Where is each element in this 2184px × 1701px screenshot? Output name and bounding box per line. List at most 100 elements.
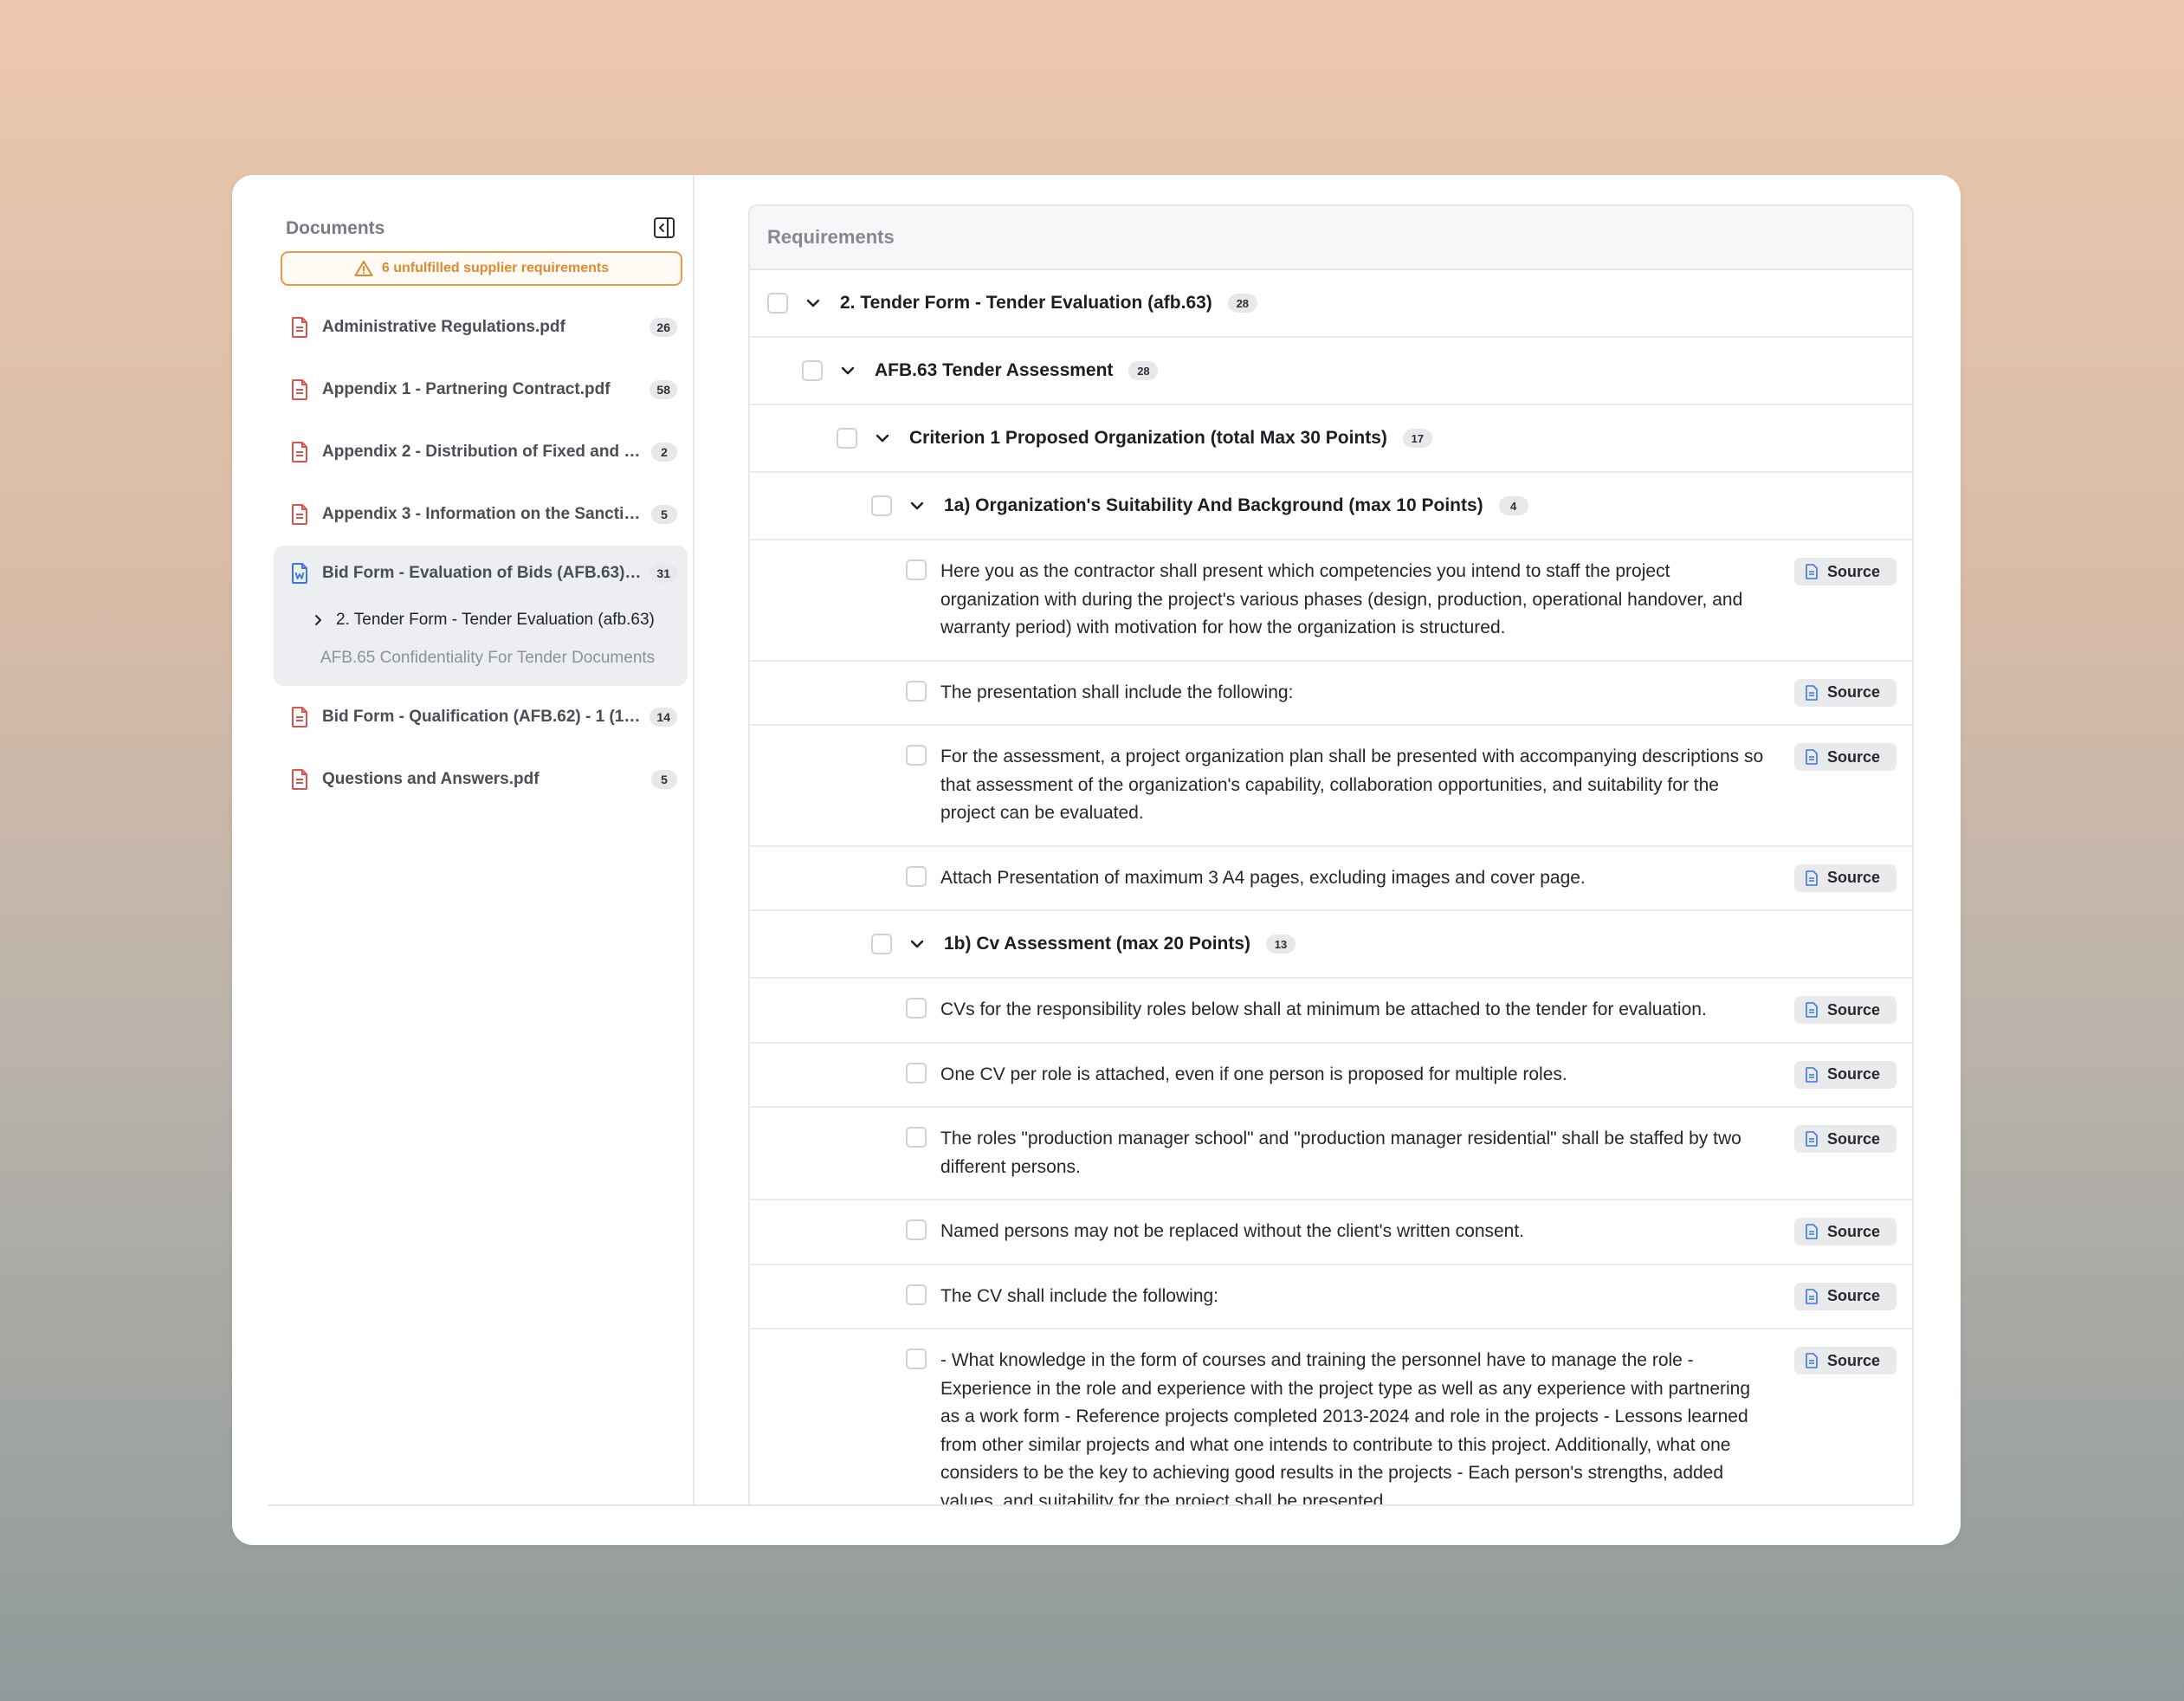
document-name: Appendix 2 - Distribution of Fixed and V…: [322, 443, 644, 461]
requirement-row[interactable]: The CV shall include the following: Sour…: [750, 1265, 1912, 1329]
requirement-group-row[interactable]: 1b) Cv Assessment (max 20 Points) 13: [750, 911, 1912, 979]
requirement-row[interactable]: The roles "production manager school" an…: [750, 1108, 1912, 1200]
requirement-count-badge: 31: [649, 564, 677, 583]
requirement-row[interactable]: Here you as the contractor shall present…: [750, 540, 1912, 662]
document-item[interactable]: Administrative Regulations.pdf 26: [274, 296, 688, 359]
source-label: Source: [1827, 1351, 1881, 1369]
requirement-row[interactable]: The presentation shall include the follo…: [750, 662, 1912, 726]
group-checkbox[interactable]: [837, 428, 857, 449]
requirement-row[interactable]: - What knowledge in the form of courses …: [750, 1329, 1912, 1504]
source-label: Source: [1827, 1222, 1881, 1240]
document-name: Appendix 3 - Information on the Sanction…: [322, 505, 644, 523]
requirement-group-row[interactable]: 2. Tender Form - Tender Evaluation (afb.…: [750, 270, 1912, 338]
source-button[interactable]: Source: [1794, 1060, 1896, 1089]
requirement-count-badge: 58: [649, 380, 677, 399]
requirement-checkbox[interactable]: [906, 1284, 927, 1305]
unfulfilled-requirements-alert[interactable]: 6 unfulfilled supplier requirements: [281, 251, 682, 286]
requirement-checkbox[interactable]: [906, 1219, 927, 1240]
chevron-down-icon[interactable]: [805, 295, 821, 311]
requirement-row[interactable]: For the assessment, a project organizati…: [750, 726, 1912, 847]
requirement-text: One CV per role is attached, even if one…: [940, 1064, 1567, 1084]
group-title: 2. Tender Form - Tender Evaluation (afb.…: [840, 293, 1212, 313]
source-label: Source: [1827, 747, 1881, 766]
requirement-checkbox[interactable]: [906, 559, 927, 580]
requirement-group-row[interactable]: Criterion 1 Proposed Organization (total…: [750, 405, 1912, 473]
document-name: Appendix 1 - Partnering Contract.pdf: [322, 380, 611, 398]
requirement-count-badge: 5: [651, 770, 677, 789]
requirement-row[interactable]: CVs for the responsibility roles below s…: [750, 979, 1912, 1044]
requirement-group-row[interactable]: 1a) Organization's Suitability And Backg…: [750, 473, 1912, 540]
requirement-text: For the assessment, a project organizati…: [940, 747, 1764, 823]
group-title: 1b) Cv Assessment (max 20 Points): [944, 934, 1251, 954]
sidebar-header: Documents: [268, 215, 675, 246]
document-item[interactable]: Appendix 3 - Information on the Sanction…: [274, 483, 688, 546]
requirement-checkbox[interactable]: [906, 1127, 927, 1148]
requirement-group-row[interactable]: AFB.63 Tender Assessment 28: [750, 338, 1912, 405]
source-button[interactable]: Source: [1794, 1125, 1896, 1153]
document-item[interactable]: Appendix 2 - Distribution of Fixed and V…: [274, 421, 688, 483]
documents-sidebar: Documents 6 unfulfilled supplier require…: [268, 175, 695, 1504]
source-button[interactable]: Source: [1794, 678, 1896, 707]
group-checkbox[interactable]: [871, 934, 892, 954]
document-icon: [1806, 1066, 1818, 1083]
source-label: Source: [1827, 562, 1881, 580]
document-name: Bid Form - Evaluation of Bids (AFB.63) -…: [322, 564, 643, 582]
group-checkbox[interactable]: [802, 360, 823, 381]
document-icon: [1806, 749, 1818, 765]
requirement-row[interactable]: Named persons may not be replaced withou…: [750, 1200, 1912, 1265]
pdf-file-icon: [292, 769, 307, 790]
requirement-text: The roles "production manager school" an…: [940, 1129, 1741, 1177]
document-icon: [1806, 1353, 1818, 1368]
group-title: Criterion 1 Proposed Organization (total…: [909, 428, 1387, 448]
requirement-row[interactable]: Attach Presentation of maximum 3 A4 page…: [750, 847, 1912, 911]
group-checkbox[interactable]: [871, 495, 892, 516]
source-button[interactable]: Source: [1794, 558, 1896, 585]
document-icon: [1806, 870, 1818, 886]
source-button[interactable]: Source: [1794, 743, 1896, 771]
chevron-down-icon[interactable]: [909, 498, 925, 514]
requirement-text: Here you as the contractor shall present…: [940, 561, 1743, 637]
source-label: Source: [1827, 1287, 1881, 1304]
document-section-item[interactable]: 2. Tender Form - Tender Evaluation (afb.…: [274, 601, 688, 639]
source-button[interactable]: Source: [1794, 1282, 1896, 1310]
group-checkbox[interactable]: [767, 293, 788, 314]
source-button[interactable]: Source: [1794, 1218, 1896, 1245]
group-count-badge: 13: [1266, 935, 1296, 954]
requirement-checkbox[interactable]: [906, 1349, 927, 1369]
chevron-down-icon[interactable]: [909, 936, 925, 952]
source-button[interactable]: Source: [1794, 1347, 1896, 1374]
pdf-file-icon: [292, 379, 307, 400]
requirements-header: Requirements: [750, 206, 1912, 270]
document-item[interactable]: Bid Form - Qualification (AFB.62) - 1 (1…: [274, 686, 688, 748]
requirement-row[interactable]: One CV per role is attached, even if one…: [750, 1044, 1912, 1108]
collapse-sidebar-icon[interactable]: [653, 217, 675, 239]
source-button[interactable]: Source: [1794, 996, 1896, 1024]
group-count-badge: 28: [1128, 361, 1159, 380]
document-item[interactable]: Questions and Answers.pdf 5: [274, 748, 688, 811]
bottom-divider: [268, 1504, 1914, 1506]
document-item[interactable]: Appendix 1 - Partnering Contract.pdf 58: [274, 359, 688, 421]
document-section-item[interactable]: AFB.65 Confidentiality For Tender Docume…: [274, 639, 688, 677]
requirement-checkbox[interactable]: [906, 1062, 927, 1083]
app-card: Documents 6 unfulfilled supplier require…: [232, 175, 1961, 1545]
requirement-checkbox[interactable]: [906, 745, 927, 766]
alert-text: 6 unfulfilled supplier requirements: [381, 261, 610, 275]
requirement-checkbox[interactable]: [906, 680, 927, 702]
document-item-active[interactable]: Bid Form - Evaluation of Bids (AFB.63) -…: [274, 546, 688, 601]
requirement-text: CVs for the responsibility roles below s…: [940, 999, 1707, 1019]
warning-icon: [354, 261, 373, 276]
sidebar-title: Documents: [286, 218, 385, 238]
requirement-count-badge: 5: [651, 505, 677, 524]
requirement-checkbox[interactable]: [906, 865, 927, 887]
group-count-badge: 28: [1227, 294, 1257, 313]
source-button[interactable]: Source: [1794, 863, 1896, 892]
chevron-down-icon[interactable]: [840, 363, 856, 378]
chevron-down-icon[interactable]: [875, 430, 890, 446]
group-title: 1a) Organization's Suitability And Backg…: [944, 495, 1483, 515]
requirement-count-badge: 26: [649, 318, 677, 337]
source-label: Source: [1827, 1129, 1881, 1148]
requirement-checkbox[interactable]: [906, 998, 927, 1019]
requirements-panel[interactable]: Requirements 2. Tender Form - Tender Eva…: [748, 204, 1914, 1504]
document-list: Administrative Regulations.pdf 26 Append…: [274, 296, 688, 811]
word-file-icon: [292, 563, 307, 584]
